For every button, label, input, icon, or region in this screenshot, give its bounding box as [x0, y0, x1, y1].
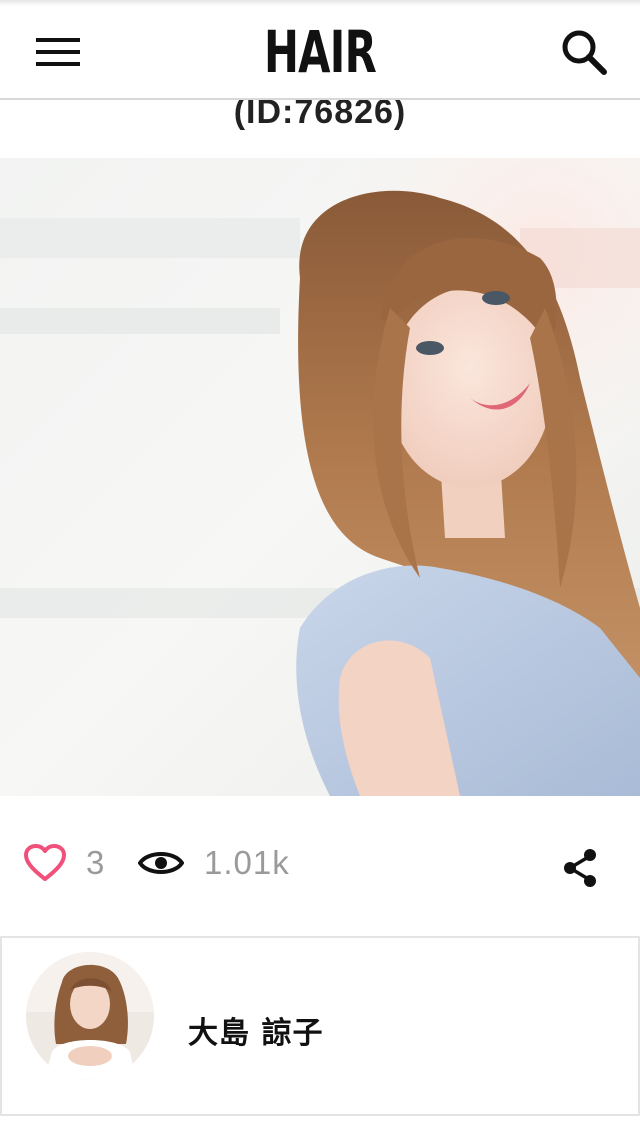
share-icon [564, 849, 596, 887]
photo-illustration [0, 158, 640, 796]
view-count: 1.01k [204, 844, 290, 881]
stats-bar: 3 1.01k [0, 826, 640, 906]
eye-icon [138, 852, 184, 874]
author-name[interactable]: 大島 諒子 [188, 1008, 323, 1052]
like-button[interactable]: 3 [24, 844, 105, 882]
avatar[interactable] [26, 952, 154, 1080]
next-section-edge [0, 1116, 640, 1136]
avatar-image [26, 952, 154, 1080]
heart-icon [24, 844, 66, 881]
top-app-bar: HAIR [0, 0, 640, 100]
search-button[interactable] [556, 24, 612, 80]
hamburger-menu-icon [36, 38, 80, 66]
app-logo[interactable]: HAIR [90, 18, 551, 86]
like-count: 3 [86, 844, 106, 881]
author-card[interactable]: 大島 諒子 [0, 936, 640, 1116]
share-button[interactable] [556, 844, 604, 892]
app-screen: HAIR (ID:76826) 3 1.01k 大島 諒子 [0, 0, 640, 1136]
view-stat: 1.01k [138, 844, 290, 882]
status-shadow [0, 0, 640, 6]
hair-style-photo[interactable] [0, 158, 640, 796]
search-icon [562, 30, 607, 75]
menu-button[interactable] [30, 30, 86, 74]
